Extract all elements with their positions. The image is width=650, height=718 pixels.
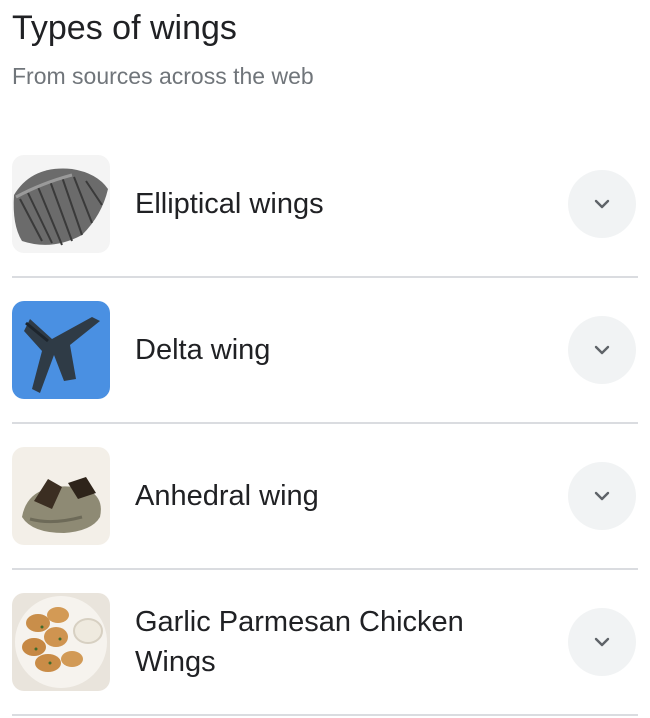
list-item-label: Delta wing [135,334,271,366]
expand-button[interactable] [568,462,636,530]
chevron-down-icon [594,491,610,501]
list-item-delta-wing[interactable]: Delta wing [12,278,638,424]
page-subtitle: From sources across the web [12,63,314,89]
list-item-label: Elliptical wings [135,188,324,220]
page-title: Types of wings [12,9,237,47]
chevron-down-icon [594,199,610,209]
list-item-label: Garlic Parmesan Chicken Wings [135,606,464,678]
expand-button[interactable] [568,608,636,676]
chevron-down-icon [594,345,610,355]
feathered-wing-image [12,155,110,253]
chicken-wings-plate-image [12,593,110,691]
list-item-elliptical-wings[interactable]: Elliptical wings [12,132,638,278]
knowledge-panel: Types of wings From sources across the w… [0,8,650,718]
expand-button[interactable] [568,316,636,384]
rock-mineral-image [12,447,110,545]
wing-types-list: Elliptical wings Delta wing Anhedral win… [12,132,638,716]
delta-wing-jet-image [12,301,110,399]
list-item-label: Anhedral wing [135,480,319,512]
list-item-garlic-parmesan-chicken-wings[interactable]: Garlic Parmesan Chicken Wings [12,570,638,716]
chevron-down-icon [594,637,610,647]
expand-button[interactable] [568,170,636,238]
list-item-anhedral-wing[interactable]: Anhedral wing [12,424,638,570]
